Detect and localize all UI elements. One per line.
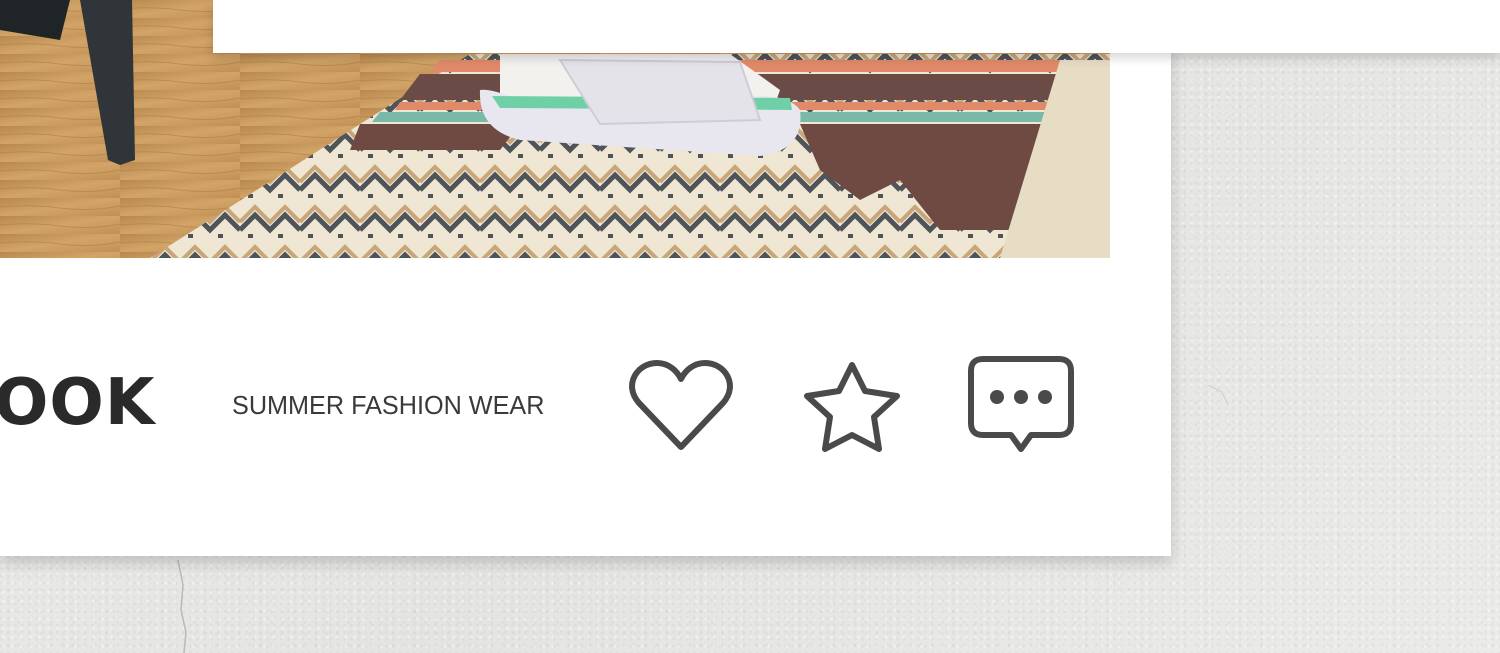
like-button[interactable] [626,350,736,460]
post-tagline: SUMMER FASHION WEAR [232,390,545,420]
overlapping-card [213,0,1500,53]
heart-icon [629,360,733,450]
comment-button[interactable] [966,348,1076,458]
chat-bubble-icon [968,356,1074,452]
star-icon [804,362,900,452]
post-card: OOK SUMMER FASHION WEAR [0,0,1171,556]
favorite-button[interactable] [797,350,907,460]
brand-name-fragment: OOK [0,366,156,440]
